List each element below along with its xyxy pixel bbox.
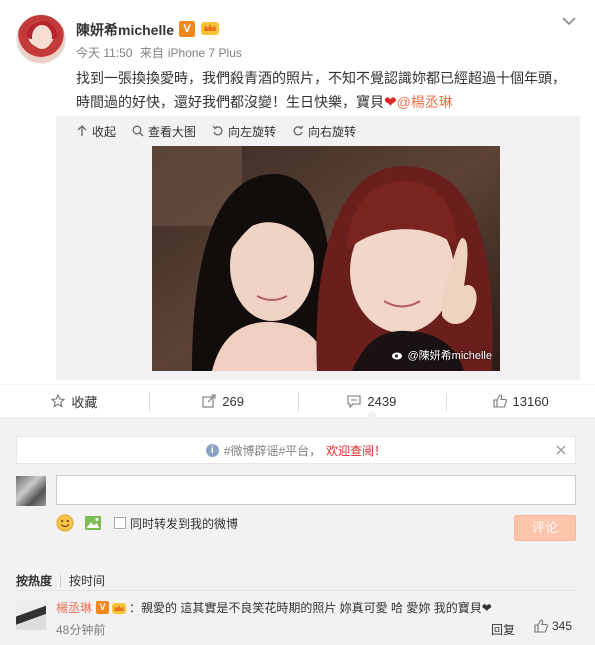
sort-divider: [60, 574, 62, 587]
comment-icon: [347, 395, 361, 408]
collapse-button[interactable]: 收起: [76, 122, 116, 140]
avatar-face: [32, 25, 52, 49]
rotate-right-button[interactable]: 向右旋转: [292, 122, 356, 140]
rotate-right-icon: [293, 125, 304, 136]
photo-watermark: @陳妍希michelle: [392, 347, 492, 363]
repost-checkbox[interactable]: [114, 517, 126, 529]
collapse-label: 收起: [92, 124, 117, 139]
photo-illustration: [152, 146, 500, 371]
repost-button[interactable]: 269: [148, 385, 298, 417]
comment-like-count: 345: [552, 619, 573, 633]
comment-button[interactable]: 2439: [297, 385, 447, 418]
post-source[interactable]: iPhone 7 Plus: [168, 46, 242, 60]
rotate-left-button[interactable]: 向左旋转: [212, 122, 276, 140]
sort-by-time-tab[interactable]: 按时间: [69, 572, 105, 589]
sort-by-hot-tab[interactable]: 按热度: [16, 572, 52, 589]
mention-link[interactable]: @楊丞琳: [397, 94, 453, 110]
comment-user[interactable]: 楊丞琳: [56, 599, 92, 616]
emoji-icon[interactable]: [56, 514, 74, 532]
comment-sort: 按热度 按时间: [16, 572, 105, 589]
post-text-line-2-body: 時間過的好快，還好我們都沒變！生日快樂，寶貝: [76, 94, 384, 110]
crown-icon: [201, 22, 219, 35]
comment-list-divider: [16, 590, 578, 591]
author-name[interactable]: 陳妍希michelle: [76, 20, 174, 40]
repost-count: 269: [222, 393, 244, 409]
star-icon: [51, 394, 66, 408]
post-time[interactable]: 今天 11:50: [76, 46, 132, 60]
comments-section: i #微博辟谣#平台， 欢迎查阅！ 同时转发到我的微博 评论 按热度 按时间 楊丞…: [0, 418, 595, 645]
author-avatar[interactable]: [16, 14, 66, 64]
like-button[interactable]: 13160: [446, 385, 595, 417]
favorite-label: 收藏: [71, 394, 98, 410]
like-count: 13160: [512, 393, 549, 409]
post-meta: 今天 11:50 来自 iPhone 7 Plus: [76, 44, 246, 61]
thumbs-up-icon: [534, 619, 548, 633]
comment-input[interactable]: [56, 475, 576, 505]
verified-badge-icon: V: [179, 21, 195, 37]
comment-like-button[interactable]: 345: [534, 619, 572, 633]
comment-reply-button[interactable]: 回复: [491, 621, 515, 638]
info-icon: i: [205, 443, 219, 457]
verified-badge-icon: V: [96, 601, 110, 614]
current-user-avatar[interactable]: [16, 476, 46, 506]
view-large-button[interactable]: 查看大图: [132, 122, 196, 140]
media-toolbar: 收起 查看大图 向左旋转 向右旋转: [76, 122, 356, 140]
weibo-post-card: 陳妍希michelle V 今天 11:50 来自 iPhone 7 Plus 找…: [0, 0, 595, 645]
repost-checkbox-label[interactable]: 同时转发到我的微博: [130, 515, 238, 532]
weibo-logo-icon: [392, 352, 403, 360]
repost-icon: [202, 394, 216, 408]
media-box: 收起 查看大图 向左旋转 向右旋转 @陳妍希michelle: [56, 116, 580, 380]
post-text: 找到一張換換愛時，我們殺青酒的照片，不知不覺認識妳都已經超過十個年頭， 時間過的…: [76, 66, 576, 115]
watermark-text: @陳妍希michelle: [407, 350, 492, 362]
crown-icon: [112, 602, 127, 614]
chevron-down-icon[interactable]: [560, 12, 578, 30]
comment-item: 楊丞琳 V ：親愛的 這其實是不良笑花時期的照片 妳真可愛 哈 愛妳 我的寶貝❤: [56, 599, 492, 616]
thumbs-up-icon: [492, 394, 507, 408]
rumor-notice: i #微博辟谣#平台， 欢迎查阅！: [16, 436, 576, 464]
post-photo[interactable]: @陳妍希michelle: [152, 146, 500, 371]
source-prefix: 来自: [139, 46, 164, 60]
comment-avatar[interactable]: [16, 600, 46, 630]
post-text-line-2: 時間過的好快，還好我們都沒變！生日快樂，寶貝❤@楊丞琳: [76, 90, 576, 115]
post-text-line-1: 找到一張換換愛時，我們殺青酒的照片，不知不覺認識妳都已經超過十個年頭，: [76, 70, 566, 86]
view-large-label: 查看大图: [148, 124, 197, 139]
heart-icon: ❤: [384, 94, 397, 111]
notice-prefix[interactable]: #微博辟谣#平台，: [224, 442, 321, 459]
favorite-button[interactable]: 收藏: [0, 385, 149, 417]
zoom-icon: [132, 125, 144, 137]
comment-count: 2439: [367, 393, 397, 409]
rotate-left-icon: [212, 125, 223, 136]
post-action-bar: 收藏 269 2439 13160: [0, 384, 595, 418]
rotate-right-label: 向右旋转: [308, 124, 357, 139]
rotate-left-label: 向左旋转: [228, 124, 277, 139]
image-upload-icon[interactable]: [84, 514, 102, 532]
comment-text: ：親愛的 這其實是不良笑花時期的照片 妳真可愛 哈 愛妳 我的寶貝❤: [129, 601, 492, 615]
close-icon[interactable]: [555, 444, 567, 456]
comment-time: 48分钟前: [56, 623, 106, 637]
submit-comment-button[interactable]: 评论: [514, 515, 576, 541]
notice-highlight[interactable]: 欢迎查阅！: [326, 442, 386, 459]
collapse-icon: [77, 125, 87, 136]
